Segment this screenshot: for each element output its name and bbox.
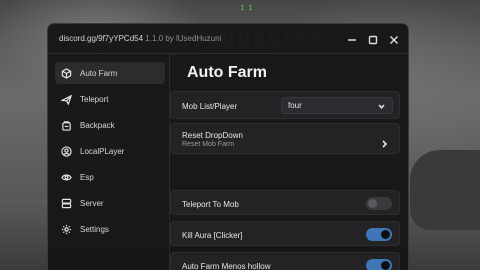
sidebar-item-label: Backpack: [80, 120, 115, 130]
sidebar-item-settings[interactable]: Settings: [55, 218, 165, 240]
page-title: Auto Farm: [187, 64, 267, 81]
close-button[interactable]: [385, 31, 402, 48]
teleport-to-mob-row: Teleport To Mob: [170, 190, 400, 215]
kill-aura-label: Kill Aura [Clicker]: [182, 231, 243, 240]
kill-aura-toggle[interactable]: [366, 228, 392, 241]
game-hud-digits: 1 1: [240, 4, 253, 12]
maximize-button[interactable]: [364, 31, 381, 48]
script-hub-window: discord.gg/9f7yYPCd54 1.1.0 by lUsedHuzu…: [47, 23, 409, 270]
auto-farm-menos-toggle[interactable]: [366, 259, 392, 270]
cube-icon: [61, 67, 72, 79]
minimize-button[interactable]: [343, 31, 360, 48]
sidebar-item-auto-farm[interactable]: Auto Farm: [55, 62, 165, 84]
kill-aura-row: Kill Aura [Clicker]: [170, 221, 400, 246]
auto-farm-menos-label: Auto Farm Menos hollow: [182, 262, 271, 270]
toggle-knob: [381, 230, 390, 239]
close-icon: [389, 35, 398, 44]
mob-list-row: Mob List/Player four: [170, 91, 400, 119]
main-content: Auto Farm Mob List/Player four Reset Dro…: [170, 54, 408, 270]
sidebar-item-localplayer[interactable]: LocalPLayer: [55, 140, 165, 162]
discord-invite: discord.gg/9f7yYPCd54: [59, 34, 144, 43]
mob-list-label: Mob List/Player: [182, 102, 238, 111]
mob-list-value: four: [288, 101, 302, 110]
toggle-knob: [381, 261, 390, 270]
maximize-icon: [368, 35, 377, 44]
sidebar-item-label: Auto Farm: [80, 68, 118, 78]
teleport-to-mob-label: Teleport To Mob: [182, 200, 239, 209]
window-controls: [343, 31, 402, 48]
minimize-icon: [347, 38, 356, 41]
user-icon: [61, 145, 72, 157]
window-titlebar[interactable]: discord.gg/9f7yYPCd54 1.1.0 by lUsedHuzu…: [48, 24, 408, 54]
backpack-icon: [61, 120, 72, 131]
chevron-down-icon: [378, 103, 385, 110]
teleport-to-mob-toggle[interactable]: [366, 197, 392, 210]
reset-dropdown-label: Reset DropDown: [182, 131, 243, 140]
sidebar-item-backpack[interactable]: Backpack: [55, 114, 165, 136]
gear-icon: [61, 224, 72, 235]
mob-list-dropdown[interactable]: four: [281, 97, 393, 114]
reset-dropdown-sublabel: Reset Mob Farm: [182, 141, 235, 148]
window-version: 1.1.0: [145, 34, 164, 43]
chevron-right-icon: [381, 135, 388, 148]
sidebar-item-server[interactable]: Server: [55, 192, 165, 214]
game-rock: [410, 150, 480, 230]
sidebar-item-label: Settings: [80, 224, 109, 234]
server-icon: [61, 198, 72, 209]
reset-dropdown-button[interactable]: Reset DropDown Reset Mob Farm: [170, 123, 400, 154]
sidebar-item-label: Esp: [80, 172, 94, 182]
window-author: by lUsedHuzuni: [165, 34, 222, 43]
eye-icon: [61, 172, 72, 183]
sidebar-item-label: Server: [80, 198, 104, 208]
auto-farm-menos-row: Auto Farm Menos hollow: [170, 252, 400, 270]
sidebar: Auto Farm Teleport Backpack LocalPLayer …: [48, 54, 170, 270]
sidebar-item-label: Teleport: [80, 94, 109, 104]
toggle-knob: [368, 199, 377, 208]
sidebar-item-esp[interactable]: Esp: [55, 166, 165, 188]
sidebar-item-label: LocalPLayer: [80, 146, 125, 156]
plane-icon: [61, 94, 72, 105]
sidebar-item-teleport[interactable]: Teleport: [55, 88, 165, 110]
window-title: discord.gg/9f7yYPCd54 1.1.0 by lUsedHuzu…: [59, 34, 221, 43]
